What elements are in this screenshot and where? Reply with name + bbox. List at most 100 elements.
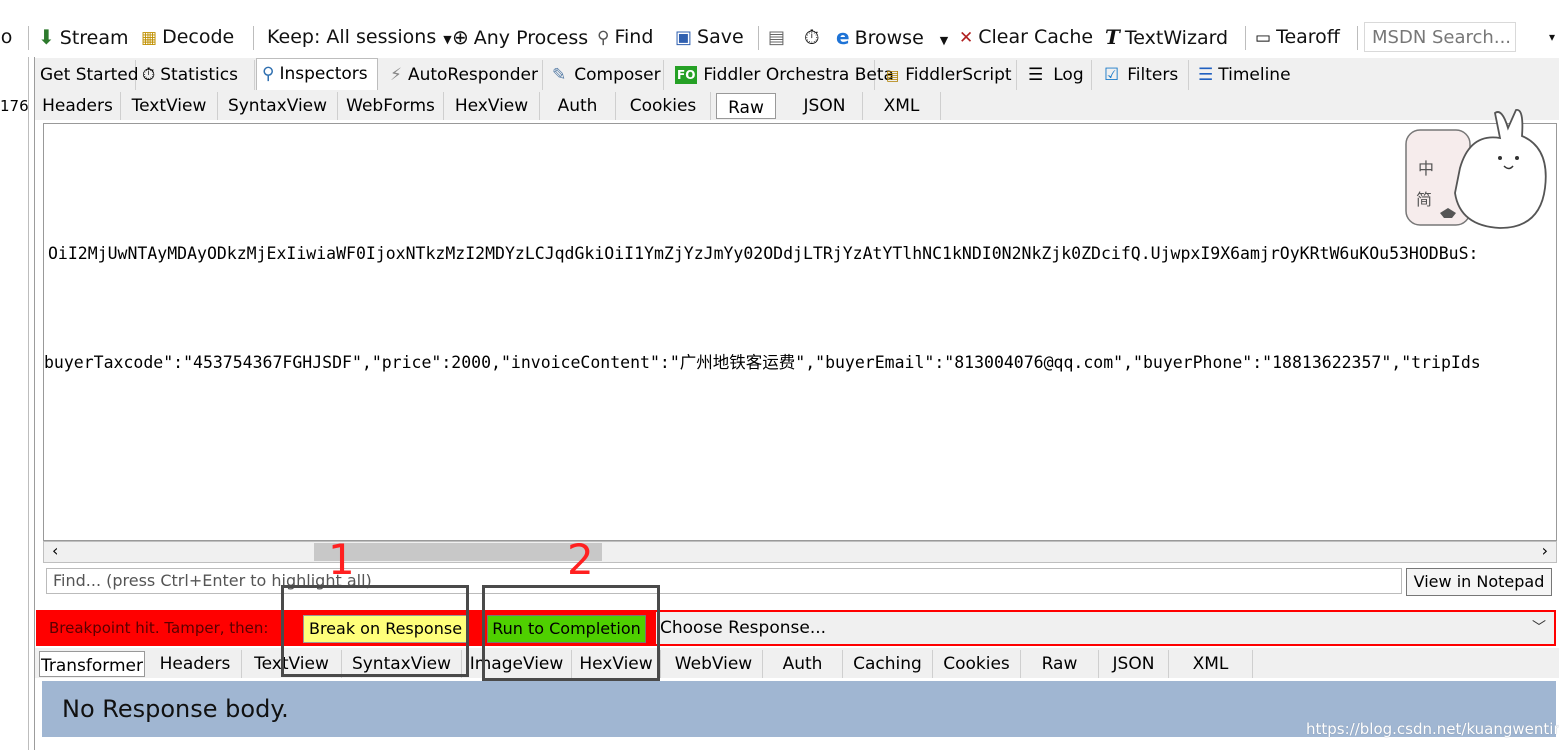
fo-badge-icon: FO bbox=[675, 66, 698, 84]
script-icon: ▤ bbox=[886, 68, 900, 84]
tab-fiddler-orchestra[interactable]: FO Fiddler Orchestra Beta bbox=[670, 60, 894, 90]
msdn-search-input[interactable]: MSDN Search... bbox=[1364, 22, 1516, 52]
keep-sessions-dropdown[interactable]: Keep: All sessions ▼ bbox=[267, 18, 452, 56]
decode-button[interactable]: ▦ Decode bbox=[141, 18, 234, 56]
keep-label: Keep: All sessions bbox=[267, 26, 437, 48]
resp-tab-json[interactable]: JSON bbox=[1099, 650, 1169, 678]
screenshot-button[interactable]: ▤ bbox=[768, 18, 790, 56]
composer-icon: ✎ bbox=[552, 65, 567, 85]
tearoff-button[interactable]: ▭ Tearoff bbox=[1255, 18, 1340, 56]
any-process-button[interactable]: ⊕ Any Process bbox=[452, 18, 588, 56]
find-input[interactable]: Find... (press Ctrl+Enter to highlight a… bbox=[46, 568, 1402, 594]
clear-cache-label: Clear Cache bbox=[978, 26, 1094, 48]
tab-autoresponder[interactable]: ⚡ AutoResponder bbox=[385, 60, 543, 90]
annotation-number-1: 1 bbox=[328, 535, 355, 584]
tab-label: Log bbox=[1053, 65, 1084, 85]
checkbox-icon: ☑ bbox=[1104, 65, 1120, 85]
response-inspector-tabs: Transformer Headers TextView SyntaxView … bbox=[35, 648, 1559, 678]
req-tab-headers[interactable]: Headers bbox=[35, 92, 121, 120]
save-icon: ▣ bbox=[675, 27, 693, 48]
tab-composer[interactable]: ✎ Composer bbox=[547, 60, 664, 90]
req-tab-webforms[interactable]: WebForms bbox=[338, 92, 444, 120]
tab-fiddlerscript[interactable]: ▤ FiddlerScript bbox=[881, 60, 1017, 90]
tab-log[interactable]: ☰ Log bbox=[1023, 60, 1092, 90]
scroll-right-icon[interactable]: › bbox=[1542, 541, 1548, 560]
annotation-number-2: 2 bbox=[567, 535, 594, 584]
resp-tab-caching[interactable]: Caching bbox=[843, 650, 933, 678]
tab-label: Composer bbox=[574, 65, 661, 85]
raw-token-line: OiI2MjUwNTAyMDAyODkzMjExIiwiaWF0IjoxNTkz… bbox=[48, 244, 1479, 263]
breakpoint-label: Breakpoint hit. Tamper, then: bbox=[49, 619, 269, 637]
choose-response-label: Choose Response... bbox=[660, 618, 827, 638]
toolbar-separator bbox=[253, 26, 254, 50]
session-list-strip[interactable]: 176 bbox=[0, 57, 29, 750]
req-tab-cookies[interactable]: Cookies bbox=[616, 92, 711, 120]
any-process-label: Any Process bbox=[473, 27, 589, 49]
sticker-text-1: 中 bbox=[1418, 159, 1434, 178]
tab-label: Fiddler Orchestra Beta bbox=[703, 65, 894, 85]
go-button[interactable]: Go bbox=[0, 18, 12, 56]
textwizard-icon: T bbox=[1105, 25, 1120, 49]
toolbar-overflow-icon[interactable]: ▾ bbox=[1549, 18, 1555, 56]
browse-label: Browse bbox=[854, 27, 924, 49]
clear-cache-button[interactable]: ✕ Clear Cache bbox=[959, 18, 1093, 56]
textwizard-button[interactable]: T TextWizard bbox=[1105, 18, 1228, 56]
horizontal-scrollbar[interactable]: ‹ › bbox=[43, 541, 1557, 563]
inspector-main-tabs: Get Started ⏱ Statistics ⚲ Inspectors ⚡ Aut… bbox=[35, 58, 1559, 91]
req-tab-json[interactable]: JSON bbox=[787, 92, 863, 120]
sticker-text-2: 简 bbox=[1416, 190, 1432, 209]
toolbar-separator bbox=[1245, 26, 1246, 50]
req-tab-syntaxview[interactable]: SyntaxView bbox=[218, 92, 338, 120]
find-button[interactable]: ⚲ Find bbox=[597, 18, 653, 56]
splitter[interactable] bbox=[34, 57, 35, 750]
decode-icon: ▦ bbox=[141, 28, 158, 48]
tab-inspectors[interactable]: ⚲ Inspectors bbox=[256, 58, 378, 91]
clear-cache-icon: ✕ bbox=[959, 28, 974, 48]
req-tab-hexview[interactable]: HexView bbox=[444, 92, 540, 120]
timer-button[interactable]: ⏱ bbox=[804, 18, 825, 56]
choose-response-dropdown[interactable]: Choose Response... ﹀ bbox=[656, 612, 1554, 644]
tab-label: AutoResponder bbox=[407, 65, 538, 85]
save-button[interactable]: ▣ Save bbox=[675, 18, 744, 56]
raw-request-textarea[interactable]: OiI2MjUwNTAyMDAyODkzMjExIiwiaWF0IjoxNTkz… bbox=[43, 123, 1557, 541]
raw-json-line: buyerTaxcode":"453754367FGHJSDF","price"… bbox=[44, 353, 1481, 372]
browser-e-icon: e bbox=[836, 25, 850, 49]
scroll-left-icon[interactable]: ‹ bbox=[52, 541, 58, 560]
resp-tab-transformer[interactable]: Transformer bbox=[39, 651, 145, 677]
req-tab-textview[interactable]: TextView bbox=[121, 92, 218, 120]
req-tab-raw[interactable]: Raw bbox=[716, 93, 776, 119]
toolbar-separator bbox=[28, 26, 29, 50]
decode-label: Decode bbox=[162, 26, 235, 48]
magnifier-icon: ⚲ bbox=[262, 64, 275, 84]
resp-tab-headers[interactable]: Headers bbox=[149, 650, 242, 678]
tab-timeline[interactable]: ☰ Timeline bbox=[1193, 60, 1292, 90]
tearoff-label: Tearoff bbox=[1276, 26, 1340, 48]
browse-button[interactable]: e Browse ▼ bbox=[836, 18, 948, 56]
tab-filters[interactable]: ☑ Filters bbox=[1099, 60, 1189, 90]
view-in-notepad-button[interactable]: View in Notepad bbox=[1406, 568, 1552, 596]
stream-label: Stream bbox=[59, 27, 129, 49]
resp-tab-xml[interactable]: XML bbox=[1169, 650, 1253, 678]
resp-tab-auth[interactable]: Auth bbox=[763, 650, 843, 678]
stopwatch-icon: ⏱ bbox=[142, 65, 156, 85]
resp-tab-cookies[interactable]: Cookies bbox=[933, 650, 1021, 678]
stream-button[interactable]: ⬇ Stream bbox=[38, 18, 129, 56]
tab-label: Get Started bbox=[40, 65, 139, 85]
crosshair-icon: ⊕ bbox=[452, 25, 469, 49]
timeline-icon: ☰ bbox=[1198, 65, 1214, 85]
resp-tab-webview[interactable]: WebView bbox=[665, 650, 763, 678]
tab-label: Inspectors bbox=[279, 64, 368, 84]
tab-label: Filters bbox=[1127, 65, 1179, 85]
main-toolbar: Go ⬇Stream ▦Decode Keep: All sessions ▼ ⊕… bbox=[0, 18, 1559, 56]
tab-statistics[interactable]: ⏱ Statistics bbox=[137, 60, 255, 90]
req-tab-auth[interactable]: Auth bbox=[540, 92, 616, 120]
scrollbar-thumb[interactable] bbox=[314, 543, 602, 561]
stream-icon: ⬇ bbox=[38, 25, 55, 49]
chevron-down-icon: ﹀ bbox=[1532, 620, 1546, 636]
session-fragment: 176 bbox=[0, 97, 29, 115]
textwizard-label: TextWizard bbox=[1124, 27, 1229, 49]
tab-get-started[interactable]: Get Started bbox=[35, 60, 139, 90]
resp-tab-raw[interactable]: Raw bbox=[1021, 650, 1099, 678]
annotation-box-1 bbox=[281, 585, 469, 677]
req-tab-xml[interactable]: XML bbox=[863, 92, 941, 120]
